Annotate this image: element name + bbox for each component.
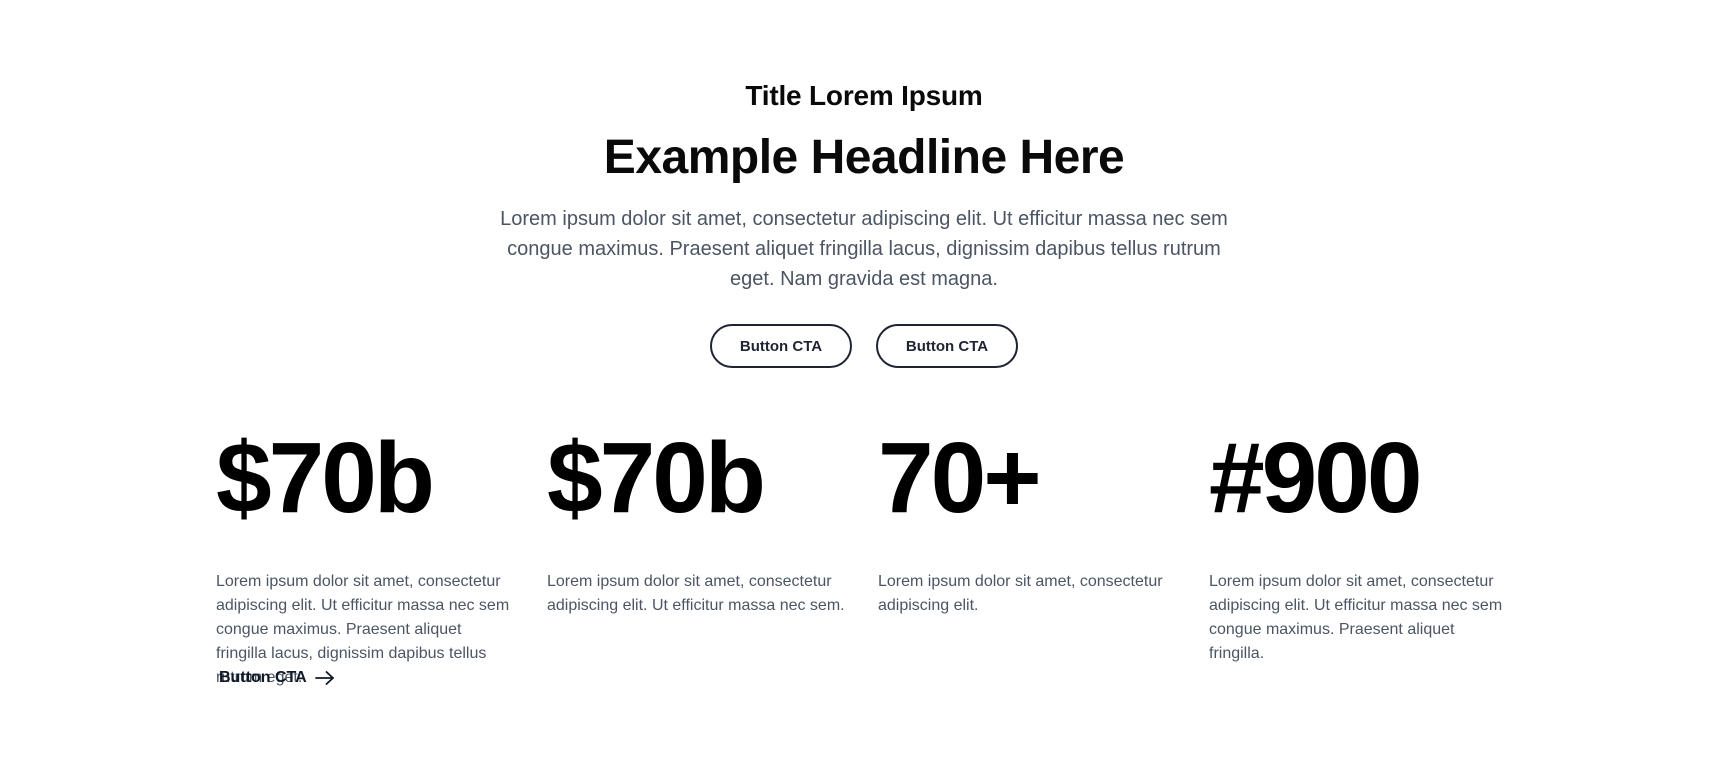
page-headline: Example Headline Here <box>603 131 1125 184</box>
stat-description: Lorem ipsum dolor sit amet, consectetur … <box>1209 573 1503 662</box>
intro-paragraph: Lorem ipsum dolor sit amet, consectetur … <box>500 208 1228 290</box>
cta-button-group: Button CTA Button CTA <box>0 324 1728 368</box>
stat-value: $70b <box>547 422 766 534</box>
section-eyebrow-title: Title Lorem Ipsum <box>745 80 983 111</box>
arrow-right-icon <box>314 670 335 686</box>
stats-row: $70b Lorem ipsum dolor sit amet, consect… <box>216 418 1546 690</box>
stat-item: $70b Lorem ipsum dolor sit amet, consect… <box>547 418 878 690</box>
stat-value: $70b <box>216 422 435 534</box>
stat-item: #900 Lorem ipsum dolor sit amet, consect… <box>1209 418 1540 690</box>
cta-button-secondary[interactable]: Button CTA <box>876 324 1018 368</box>
stat-description: Lorem ipsum dolor sit amet, consectetur … <box>878 573 1163 614</box>
stat-description: Lorem ipsum dolor sit amet, consectetur … <box>547 573 845 614</box>
cta-button-primary[interactable]: Button CTA <box>710 324 852 368</box>
text-link-label: Button CTA <box>219 669 307 686</box>
text-link-cta[interactable]: Button CTA <box>219 669 335 687</box>
stat-item: $70b Lorem ipsum dolor sit amet, consect… <box>216 418 547 690</box>
stat-item: 70+ Lorem ipsum dolor sit amet, consecte… <box>878 418 1209 690</box>
stat-value: 70+ <box>878 422 1042 534</box>
stat-value: #900 <box>1209 422 1422 534</box>
